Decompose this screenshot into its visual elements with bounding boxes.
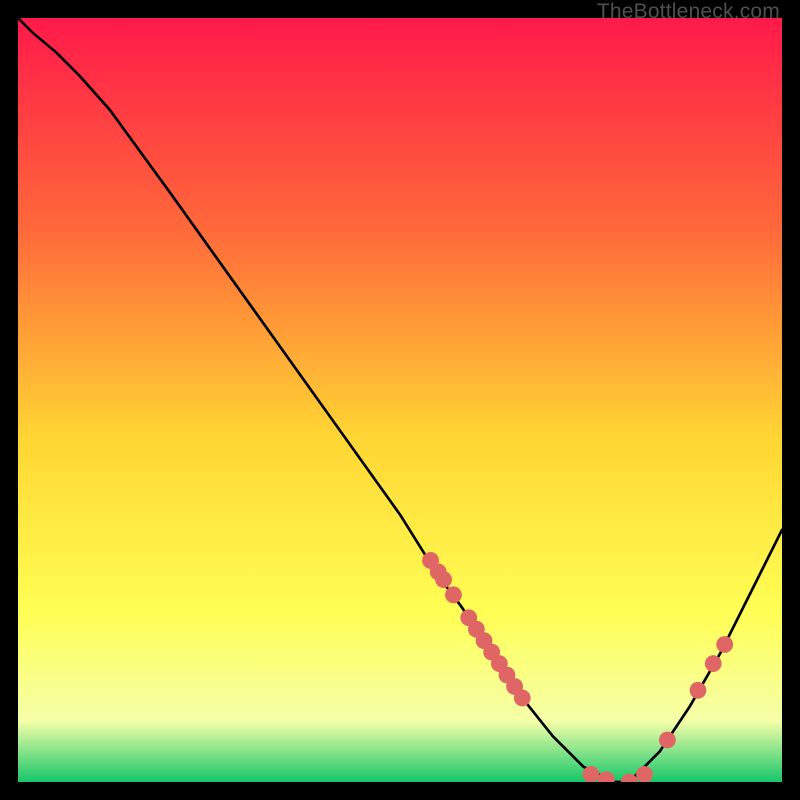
data-point: [514, 690, 531, 707]
data-point: [445, 586, 462, 603]
data-point: [583, 766, 600, 782]
data-point: [598, 771, 615, 782]
data-point: [659, 732, 676, 749]
data-point: [636, 766, 653, 782]
data-point: [690, 682, 707, 699]
plot-area: [18, 18, 782, 782]
bottleneck-curve: [18, 18, 782, 782]
scatter-dots: [422, 552, 733, 782]
chart-svg: [18, 18, 782, 782]
chart-stage: TheBottleneck.com: [0, 0, 800, 800]
data-point: [705, 655, 722, 672]
data-point: [435, 571, 452, 588]
watermark-text: TheBottleneck.com: [597, 0, 780, 24]
data-point: [716, 636, 733, 653]
